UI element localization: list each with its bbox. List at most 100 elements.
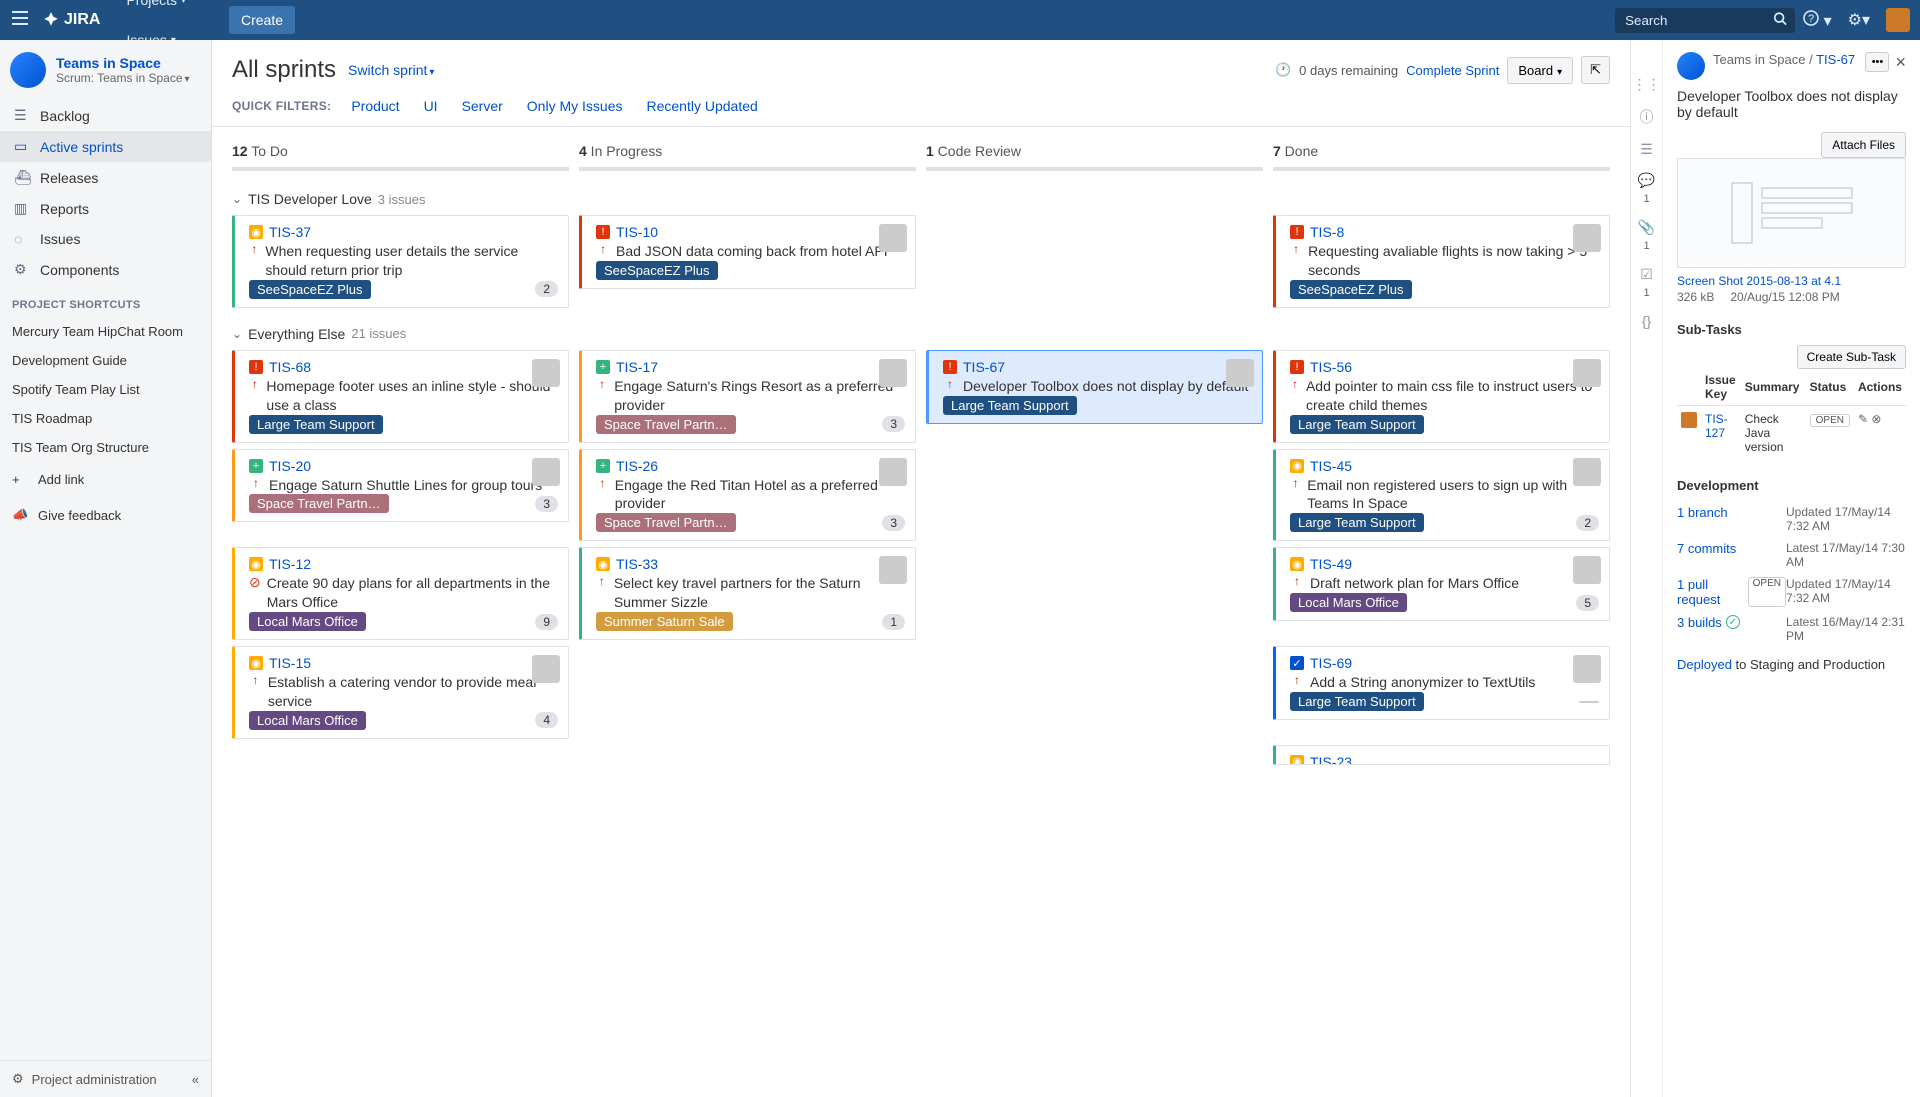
sidebar-item-issues[interactable]: ◌Issues [0,224,211,254]
sidebar-item-reports[interactable]: ▥Reports [0,193,211,224]
epic-badge[interactable]: Space Travel Partn… [596,415,736,434]
assignee-avatar[interactable] [879,556,907,584]
filter-product[interactable]: Product [351,98,399,114]
shortcut-link[interactable]: TIS Roadmap [0,404,211,433]
help-icon[interactable]: ? ▾ [1795,10,1839,31]
issue-card[interactable]: +TIS-17↑Engage Saturn's Rings Resort as … [579,350,916,443]
assignee-avatar[interactable] [879,458,907,486]
assignee-avatar[interactable] [1573,359,1601,387]
shortcut-link[interactable]: TIS Team Org Structure [0,433,211,462]
assignee-avatar[interactable] [1573,655,1601,683]
issue-card[interactable]: ✓TIS-69↑Add a String anonymizer to TextU… [1273,646,1610,720]
settings-icon[interactable]: ⚙▾ [1840,10,1878,30]
filter-recently-updated[interactable]: Recently Updated [647,98,758,114]
attachment-thumbnail[interactable] [1677,158,1906,268]
swimlane-header[interactable]: ⌄Everything Else21 issues [232,314,1610,350]
delete-icon[interactable]: ⊗ [1871,412,1881,426]
epic-badge[interactable]: Local Mars Office [1290,593,1407,612]
detail-info-icon[interactable]: ⓘ [1631,107,1663,127]
assignee-avatar[interactable] [879,359,907,387]
sidebar-item-active-sprints[interactable]: ▭Active sprints [0,131,211,162]
issue-key-link[interactable]: TIS-10 [616,224,658,240]
assignee-avatar[interactable] [532,359,560,387]
issue-key-link[interactable]: TIS-37 [269,224,311,240]
issue-key-link[interactable]: TIS-15 [269,655,311,671]
issue-key-link[interactable]: TIS-20 [269,458,311,474]
assignee-avatar[interactable] [532,655,560,683]
issue-card[interactable]: ◉TIS-23 [1273,745,1610,765]
detail-attachments-icon[interactable]: 📎 [1631,219,1663,236]
give-feedback[interactable]: 📣Give feedback [0,497,211,533]
assignee-avatar[interactable] [879,224,907,252]
epic-badge[interactable]: Large Team Support [1290,415,1424,434]
sidebar-item-components[interactable]: ⚙Components [0,254,211,285]
issue-key-link[interactable]: TIS-23 [1310,754,1352,765]
assignee-avatar[interactable] [1573,458,1601,486]
deployed-link[interactable]: Deployed [1677,657,1732,672]
create-button[interactable]: Create [229,6,295,34]
epic-badge[interactable]: SeeSpaceEZ Plus [1290,280,1412,299]
epic-badge[interactable]: SeeSpaceEZ Plus [249,280,371,299]
issue-card[interactable]: ◉TIS-15↑Establish a catering vendor to p… [232,646,569,739]
project-subtitle[interactable]: Scrum: Teams in Space▾ [56,71,190,85]
detail-comments-icon[interactable]: 💬 [1631,172,1663,189]
sidebar-item-releases[interactable]: ⛴Releases [0,162,211,193]
complete-sprint-link[interactable]: Complete Sprint [1406,63,1499,78]
filter-ui[interactable]: UI [424,98,438,114]
board-dropdown-button[interactable]: Board▾ [1507,57,1573,84]
issue-key-link[interactable]: TIS-45 [1310,458,1352,474]
epic-badge[interactable]: Local Mars Office [249,612,366,631]
issue-card[interactable]: !TIS-10↑Bad JSON data coming back from h… [579,215,916,289]
switch-sprint-link[interactable]: Switch sprint▾ [348,62,434,78]
issue-card[interactable]: +TIS-20↑Engage Saturn Shuttle Lines for … [232,449,569,523]
epic-badge[interactable]: Large Team Support [249,415,383,434]
detail-close-button[interactable]: × [1895,52,1906,73]
issue-key-link[interactable]: TIS-69 [1310,655,1352,671]
jira-logo[interactable]: JIRA [42,8,100,32]
project-admin-link[interactable]: Project administration [32,1072,157,1087]
issue-card[interactable]: ◉TIS-45↑Email non registered users to si… [1273,449,1610,542]
detail-description-icon[interactable]: ☰ [1631,141,1663,158]
search-input[interactable] [1615,8,1795,33]
issue-key-link[interactable]: TIS-67 [963,359,1005,375]
issue-key-link[interactable]: TIS-17 [616,359,658,375]
add-link[interactable]: +Add link [0,462,211,497]
issue-card[interactable]: ◉TIS-49↑Draft network plan for Mars Offi… [1273,547,1610,621]
assignee-avatar[interactable] [1226,359,1254,387]
detail-more-button[interactable]: ••• [1865,52,1889,72]
subtask-key-link[interactable]: TIS-127 [1705,412,1728,440]
epic-badge[interactable]: Large Team Support [1290,513,1424,532]
dev-link[interactable]: 3 builds [1677,615,1722,643]
epic-badge[interactable]: Large Team Support [943,396,1077,415]
issue-card[interactable]: !TIS-67↑Developer Toolbox does not displ… [926,350,1263,424]
dev-link[interactable]: 1 branch [1677,505,1728,533]
epic-badge[interactable]: SeeSpaceEZ Plus [596,261,718,280]
attach-files-button[interactable]: Attach Files [1821,132,1906,158]
assignee-avatar[interactable] [532,458,560,486]
scroll-top-button[interactable]: ⇱ [1581,56,1610,84]
assignee-avatar[interactable] [1573,224,1601,252]
create-subtask-button[interactable]: Create Sub-Task [1797,345,1906,369]
assignee-avatar[interactable] [1681,412,1697,428]
detail-issue-key-link[interactable]: TIS-67 [1816,52,1855,67]
issue-card[interactable]: !TIS-56↑Add pointer to main css file to … [1273,350,1610,443]
epic-badge[interactable]: Space Travel Partn… [596,513,736,532]
collapse-sidebar-icon[interactable]: « [192,1072,199,1087]
issue-card[interactable]: ◉TIS-33↑Select key travel partners for t… [579,547,916,640]
edit-icon[interactable]: ✎ [1858,412,1868,426]
issue-card[interactable]: ◉TIS-37↑When requesting user details the… [232,215,569,308]
swimlane-header[interactable]: ⌄TIS Developer Love3 issues [232,179,1610,215]
detail-drag-icon[interactable]: ⋮⋮ [1631,76,1663,93]
issue-key-link[interactable]: TIS-12 [269,556,311,572]
nav-projects[interactable]: Projects▾ [116,0,221,20]
user-avatar[interactable] [1886,8,1910,32]
epic-badge[interactable]: Local Mars Office [249,711,366,730]
issue-card[interactable]: +TIS-26↑Engage the Red Titan Hotel as a … [579,449,916,542]
issue-key-link[interactable]: TIS-56 [1310,359,1352,375]
filter-only-my-issues[interactable]: Only My Issues [527,98,623,114]
assignee-avatar[interactable] [1573,556,1601,584]
epic-badge[interactable]: Summer Saturn Sale [596,612,733,631]
epic-badge[interactable]: Large Team Support [1290,692,1424,711]
dev-link[interactable]: 7 commits [1677,541,1736,569]
search-icon[interactable] [1773,12,1787,29]
